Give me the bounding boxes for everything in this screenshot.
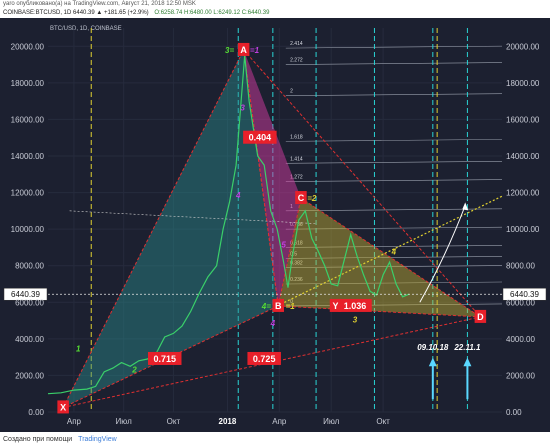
y-tick-right: 12000.00 xyxy=(506,189,540,198)
wave-label: 2 xyxy=(131,366,137,375)
point-tag: =1 xyxy=(286,302,296,311)
price-chart[interactable]: BTC/USD, 1D, COINBASE 2.414 2.272 2 1.618 1.… xyxy=(0,18,550,432)
y-tick-right: 6000.00 xyxy=(506,298,535,307)
triangle-bcd xyxy=(277,197,483,318)
y-tick-left: 4000.00 xyxy=(15,335,44,344)
x-axis: Апр Июл Окт 2018 Апр Июл Окт xyxy=(67,417,390,426)
ratio-label: 0.715 xyxy=(153,354,176,364)
ratio-label: 1.036 xyxy=(344,301,367,311)
date-label: 09.10.18 xyxy=(417,343,449,352)
point-d: D xyxy=(477,312,484,322)
y-tick-left: 8000.00 xyxy=(15,262,44,271)
publisher-bar: yaro опубликовано(а) на TradingView.com,… xyxy=(0,0,550,8)
point-tag: =2 xyxy=(307,194,317,203)
footer-bar: Создано при помощи TradingView xyxy=(0,432,550,448)
y-tick-left: 14000.00 xyxy=(11,152,45,161)
date-arrowhead xyxy=(463,357,472,367)
x-tick: 2018 xyxy=(219,417,237,426)
tradingview-link[interactable]: TradingView xyxy=(78,436,117,443)
y-tick-right: 4000.00 xyxy=(506,335,535,344)
y-tick-right: 2000.00 xyxy=(506,371,535,380)
y-tick-left: 6000.00 xyxy=(15,298,44,307)
x-tick: Апр xyxy=(67,417,82,426)
y-tick-right: 18000.00 xyxy=(506,79,540,88)
wave-label: 4 xyxy=(235,191,241,200)
x-tick: Окт xyxy=(376,417,390,426)
y-tick-left: 16000.00 xyxy=(11,115,45,124)
symbol-label: BTC/USD, 1D, COINBASE xyxy=(50,26,122,32)
y-tick-right: 8000.00 xyxy=(506,262,535,271)
point-tag: 4= xyxy=(261,302,271,311)
publisher-text: yaro опубликовано(а) на TradingView.com,… xyxy=(3,1,196,7)
ratio-label: 0.404 xyxy=(249,133,272,143)
fib-line xyxy=(285,62,503,65)
ticker-bar: COINBASE:BTCUSD, 1D 6440.39 ▲ +181.65 (+… xyxy=(0,8,550,18)
footer-help: Создано при помощи xyxy=(3,436,73,443)
point-c: C xyxy=(298,193,305,203)
y-tick-left: 10000.00 xyxy=(11,225,45,234)
date-label: 22.11.1 xyxy=(453,343,481,352)
wave-label: 3 xyxy=(240,103,245,112)
date-arrowhead xyxy=(428,357,437,367)
fib-label: 2.272 xyxy=(290,58,303,64)
point-y: Y xyxy=(333,301,339,311)
fib-label: 2.414 xyxy=(290,41,303,47)
wave-label: 4 xyxy=(270,319,276,328)
y-tick-left: 18000.00 xyxy=(11,79,45,88)
point-b: B xyxy=(275,301,282,311)
y-tick-right: 20000.00 xyxy=(506,42,540,51)
point-a: A xyxy=(240,45,247,55)
y-tick-left: 2000.00 xyxy=(15,371,44,380)
wave-label: 3 xyxy=(353,315,358,324)
ohlc-text: O:6258.74 H:6480.00 L:6249.12 C:6440.39 xyxy=(154,10,270,16)
fib-line xyxy=(285,179,503,182)
y-tick-left: 12000.00 xyxy=(11,189,45,198)
fib-label: 2 xyxy=(290,89,293,95)
fib-line xyxy=(285,93,503,96)
y-tick-right: 0.00 xyxy=(506,408,522,417)
y-tick-left: 0.00 xyxy=(28,408,44,417)
y-tick-right: 14000.00 xyxy=(506,152,540,161)
x-tick: Июл xyxy=(116,417,133,426)
point-x: X xyxy=(60,402,66,412)
ratio-label: 0.725 xyxy=(253,354,276,364)
y-axis-right: 0.00 2000.00 4000.00 6000.00 8000.00 10000.00… xyxy=(506,42,540,417)
y-tick-right: 10000.00 xyxy=(506,225,540,234)
fib-line xyxy=(285,139,503,142)
y-tick-left: 20000.00 xyxy=(11,42,45,51)
x-tick: Апр xyxy=(272,417,287,426)
y-axis-left: 0.00 2000.00 4000.00 6000.00 8000.00 10000.00… xyxy=(11,42,45,417)
fib-label: 1.618 xyxy=(290,134,303,140)
fib-line xyxy=(285,161,503,164)
wave-label: 4 xyxy=(391,248,397,257)
wave-label: 1 xyxy=(76,345,81,354)
fib-label: 1.414 xyxy=(290,156,303,162)
ticker-text: COINBASE:BTCUSD, 1D 6440.39 ▲ +181.65 (+… xyxy=(3,10,149,16)
point-tag: 3= xyxy=(225,46,234,55)
wave-label: 5 xyxy=(281,240,286,249)
y-tick-right: 16000.00 xyxy=(506,115,540,124)
point-tag: =1 xyxy=(250,46,260,55)
x-tick: Окт xyxy=(167,417,181,426)
x-tick: Июл xyxy=(323,417,340,426)
